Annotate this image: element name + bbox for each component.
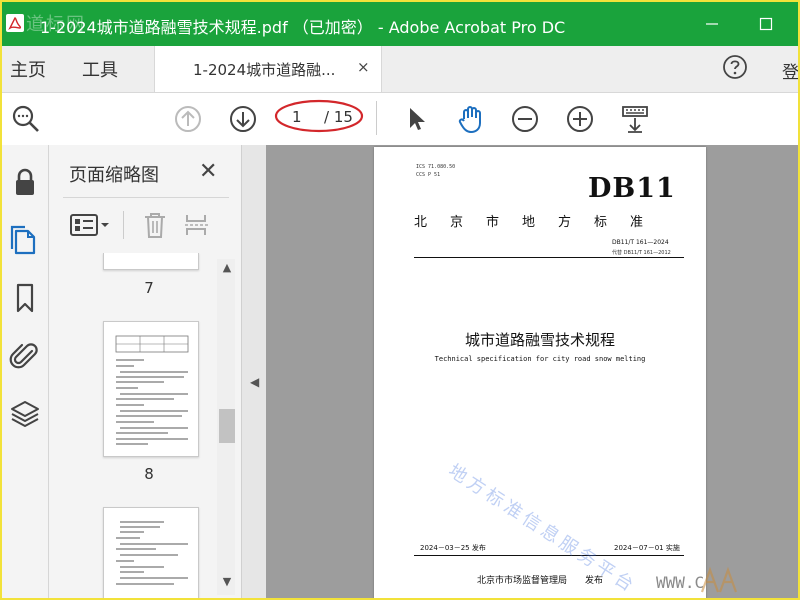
app-window: 道标网 1-2024城市道路融雪技术规程.pdf （已加密） - Adobe A… (0, 0, 800, 600)
header-rule (414, 257, 684, 258)
toolbar: 1 / 15 (2, 93, 798, 146)
zoom-out-icon[interactable] (509, 103, 541, 135)
page-display-icon[interactable] (619, 103, 651, 135)
menu-home[interactable]: 主页 (10, 56, 46, 82)
thumbnail-number: 8 (144, 465, 154, 483)
zoom-in-icon[interactable] (564, 103, 596, 135)
standard-number: DB11/T 161—2024 (612, 239, 669, 246)
ccs-number: CCS P 51 (416, 172, 441, 178)
panel-collapse-handle[interactable]: ◀ (242, 145, 266, 598)
thumbnail-page-9[interactable] (103, 507, 199, 598)
select-tool-icon[interactable] (400, 103, 432, 135)
page-number-input[interactable]: 1 (292, 108, 302, 126)
sign-in-link[interactable]: 登 (782, 58, 798, 83)
close-tab-icon[interactable]: × (357, 58, 370, 76)
tab-bar: 主页 工具 1-2024城市道路融... × 登 (2, 46, 798, 93)
help-icon[interactable] (722, 54, 748, 80)
thumbnails-panel-title: 页面缩略图 (69, 165, 159, 186)
title-bar: 道标网 1-2024城市道路融雪技术规程.pdf （已加密） - Adobe A… (2, 2, 798, 46)
thumbnail-page-8[interactable] (103, 321, 199, 457)
menu-tools[interactable]: 工具 (82, 56, 118, 82)
document-title-english: Technical specification for city road sn… (434, 355, 646, 363)
left-tool-rail (2, 145, 49, 598)
scroll-up-icon[interactable]: ▲ (219, 261, 235, 277)
lock-icon[interactable] (8, 165, 42, 199)
panel-divider (63, 197, 229, 198)
thumbnail-list: 7 8 (49, 253, 215, 598)
next-page-icon[interactable] (227, 103, 259, 135)
thumbnail-number: 7 (144, 279, 154, 297)
collapse-left-icon: ◀ (250, 375, 260, 389)
document-tab[interactable]: 1-2024城市道路融... × (154, 46, 382, 92)
implementation-date: 2024－07－01 实施 (614, 544, 680, 552)
scroll-down-icon[interactable]: ▼ (219, 575, 235, 591)
minimize-icon (706, 23, 718, 25)
scrollbar-thumb[interactable] (219, 409, 235, 443)
attachment-icon[interactable] (8, 339, 42, 373)
document-viewport[interactable]: ◀ ICS 71.080.50 CCS P 51 DB11 北京市地方标准 DB… (242, 145, 798, 598)
document-title: 城市道路融雪技术规程 (464, 331, 615, 349)
layers-icon[interactable] (8, 397, 42, 431)
maximize-icon (759, 17, 773, 31)
hand-tool-icon[interactable] (455, 103, 487, 135)
thumbnails-toolbar (49, 205, 241, 245)
watermark-url: WWW.C (656, 573, 705, 592)
thumbnail-page-content (115, 335, 189, 445)
thumbnail-page-content (116, 521, 188, 585)
issue-date: 2024－03－25 发布 (420, 544, 486, 552)
minimize-button[interactable] (692, 8, 732, 40)
watermark-logo-icon (700, 566, 738, 593)
page-thumbnails-icon[interactable] (8, 223, 42, 257)
acrobat-icon (6, 14, 24, 32)
standard-code: DB11 (588, 173, 676, 204)
standard-region: 北京市地方标准 (414, 215, 667, 230)
thumbnails-panel: 页面缩略图 ✕ 7 8 ▲ ▼ (49, 145, 242, 598)
replaces-standard: 代替 DB11/T 161—2012 (612, 250, 671, 256)
previous-page-icon[interactable] (172, 103, 204, 135)
thumbnail-options-icon[interactable] (69, 211, 113, 239)
page-number-box: 1 / 15 (274, 99, 364, 133)
thumbnail-scrollbar[interactable]: ▲ ▼ (217, 259, 235, 595)
toolbar-separator (376, 101, 377, 135)
close-panel-icon[interactable]: ✕ (199, 159, 217, 184)
delete-page-icon[interactable] (141, 211, 169, 239)
bookmark-icon[interactable] (8, 281, 42, 315)
tools-separator (123, 211, 124, 239)
ics-number: ICS 71.080.50 (416, 164, 456, 170)
search-icon[interactable] (10, 103, 42, 135)
maximize-button[interactable] (746, 8, 786, 40)
footer-rule (414, 555, 684, 556)
document-tab-label: 1-2024城市道路融... (193, 61, 336, 79)
extract-page-icon[interactable] (183, 211, 213, 239)
ics-code: ICS 71.080.50 CCS P 51 (416, 163, 455, 179)
thumbnail-page-7[interactable] (103, 253, 199, 270)
window-title: 1-2024城市道路融雪技术规程.pdf （已加密） - Adobe Acrob… (40, 18, 566, 37)
page-total: / 15 (324, 108, 353, 126)
